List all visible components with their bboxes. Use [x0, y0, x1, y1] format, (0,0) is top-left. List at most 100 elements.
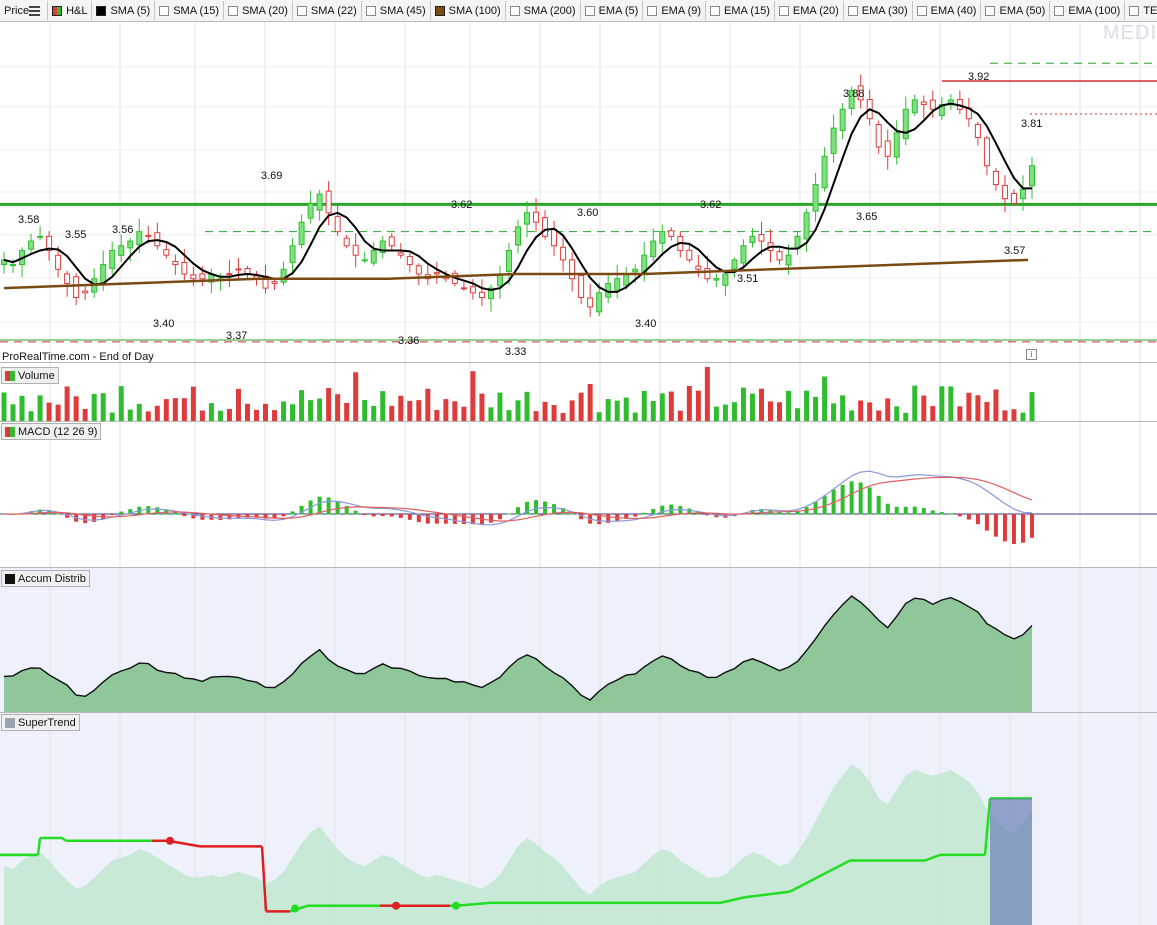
volume-bar [109, 412, 115, 421]
macd-histogram-bar [651, 508, 656, 515]
toolbar-item-ema-15[interactable]: EMA (15) [706, 1, 775, 20]
candle-body [776, 251, 783, 261]
volume-bar [804, 390, 810, 421]
candle-body [992, 170, 999, 186]
volume-bar [28, 411, 34, 421]
candle-body [911, 99, 918, 114]
candle-body [758, 234, 765, 242]
candle-body [1029, 165, 1035, 187]
volume-bar [948, 386, 954, 421]
checkbox-icon[interactable] [710, 5, 721, 16]
indicator-toolbar: Price H&L SMA (5) SMA (15) SMA (20) SMA (22) S… [0, 0, 1157, 22]
volume-bar [470, 371, 476, 421]
candle-body [632, 268, 639, 273]
price-level-label: 3.92 [968, 71, 989, 83]
toolbar-item-sma-20[interactable]: SMA (20) [224, 1, 293, 20]
checkbox-icon[interactable] [96, 5, 107, 16]
price-level-label: 3.57 [1004, 245, 1025, 257]
chart-canvas[interactable]: 3.58 3.55 3.56 3.40 3.37 3.69 3.36 3.62 3.33 3.60… [0, 22, 1157, 925]
candle-body [307, 202, 314, 219]
candle-body [650, 240, 657, 258]
toolbar-item-sma-22[interactable]: SMA (22) [293, 1, 362, 20]
macd-histogram-bar [867, 487, 872, 515]
toolbar-item-h-l[interactable]: H&L [48, 1, 93, 20]
volume-bar [713, 406, 719, 421]
toolbar-item-sma-15[interactable]: SMA (15) [155, 1, 225, 20]
toolbar-item-ema-40[interactable]: EMA (40) [913, 1, 982, 20]
volume-bar [163, 399, 169, 421]
checkbox-icon[interactable] [1129, 5, 1140, 16]
volume-label-text: Volume [18, 369, 55, 382]
toolbar-item-price[interactable]: Price [0, 1, 49, 20]
toolbar-item-label: EMA (100) [1068, 4, 1121, 17]
macd-histogram-bar [416, 514, 421, 522]
volume-bar [64, 386, 70, 421]
macd-swatch-icon [5, 426, 15, 437]
toolbar-item-sma-200[interactable]: SMA (200) [506, 1, 581, 20]
volume-bar [344, 402, 350, 421]
checkbox-icon[interactable] [1054, 5, 1065, 16]
toolbar-item-label: SMA (100) [448, 4, 501, 17]
checkbox-icon[interactable] [916, 5, 927, 16]
supertrend-panel-label[interactable]: SuperTrend [1, 714, 80, 731]
candle-body [812, 184, 819, 212]
info-icon[interactable]: i [1026, 349, 1037, 360]
candle-body [695, 265, 702, 270]
volume-panel-label[interactable]: Volume [1, 367, 59, 384]
candle-body [406, 256, 413, 266]
volume-bar [966, 392, 972, 421]
checkbox-icon[interactable] [778, 5, 789, 16]
checkbox-icon[interactable] [509, 5, 520, 16]
accum-label-text: Accum Distrib [18, 572, 86, 585]
candle-body [136, 231, 143, 246]
checkbox-icon[interactable] [52, 5, 63, 16]
volume-bar [506, 410, 512, 421]
toolbar-item-label: EMA (15) [724, 4, 770, 17]
toolbar-item-sma-5[interactable]: SMA (5) [92, 1, 156, 20]
toolbar-item-ema-30[interactable]: EMA (30) [844, 1, 913, 20]
checkbox-icon[interactable] [228, 5, 239, 16]
toolbar-item-label: TEST ATR S [1143, 4, 1157, 17]
toolbar-item-sma-100[interactable]: SMA (100) [431, 1, 506, 20]
volume-bar [326, 388, 332, 421]
toolbar-item-ema-50[interactable]: EMA (50) [981, 1, 1051, 20]
volume-bar [858, 400, 864, 421]
candle-body [515, 226, 521, 246]
toolbar-item-ema-100[interactable]: EMA (100) [1050, 1, 1126, 20]
price-level-label: 3.60 [577, 207, 598, 219]
checkbox-icon[interactable] [847, 5, 858, 16]
volume-bar [272, 410, 278, 421]
toolbar-item-ema-9[interactable]: EMA (9) [643, 1, 707, 20]
supertrend-flip-dot [291, 904, 299, 913]
volume-bar [650, 400, 656, 421]
macd-panel-label[interactable]: MACD (12 26 9) [1, 423, 102, 440]
accum-panel-label[interactable]: Accum Distrib [1, 570, 90, 587]
checkbox-icon[interactable] [985, 5, 996, 16]
checkbox-icon[interactable] [365, 5, 376, 16]
volume-bar [362, 399, 368, 421]
price-level-label: 3.55 [65, 229, 86, 241]
macd-histogram-bar [398, 514, 403, 518]
toolbar-item-sma-45[interactable]: SMA (45) [362, 1, 431, 20]
macd-histogram-bar [173, 512, 178, 515]
toolbar-item-test-atr-s[interactable]: TEST ATR S [1125, 1, 1157, 20]
toolbar-item-ema-5[interactable]: EMA (5) [581, 1, 644, 20]
candle-body [722, 273, 729, 286]
macd-histogram-bar [290, 511, 295, 515]
checkbox-icon[interactable] [159, 5, 170, 16]
checkbox-icon[interactable] [434, 5, 445, 16]
candle-body [587, 297, 594, 308]
accum-swatch-icon [5, 573, 15, 584]
volume-bar [921, 395, 927, 421]
checkbox-icon[interactable] [584, 5, 595, 16]
toolbar-item-ema-20[interactable]: EMA (20) [775, 1, 844, 20]
candle-body [1001, 185, 1008, 200]
volume-bar [118, 386, 124, 421]
candle-body [469, 286, 476, 294]
volume-bar [190, 386, 196, 421]
volume-bar [461, 406, 467, 421]
volume-bar [1, 392, 7, 421]
macd-histogram-bar [371, 514, 376, 517]
checkbox-icon[interactable] [647, 5, 658, 16]
checkbox-icon[interactable] [296, 5, 307, 16]
